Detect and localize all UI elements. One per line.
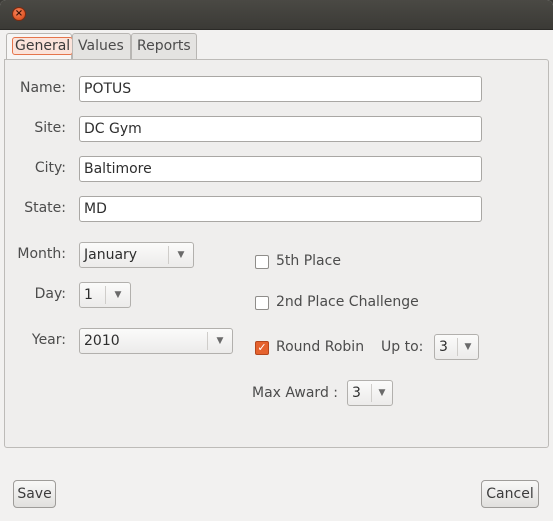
close-icon[interactable]: × (12, 7, 26, 21)
title-bar: × (0, 0, 553, 30)
site-label: Site: (34, 120, 66, 136)
round-robin-label: Round Robin (276, 339, 365, 355)
month-value: January (84, 247, 138, 263)
chevron-down-icon: ▼ (168, 246, 193, 264)
tab-general-label: General (12, 37, 74, 55)
max-award-select[interactable]: 3 ▼ (347, 380, 393, 406)
cancel-button[interactable]: Cancel (481, 480, 539, 508)
up-to-value: 3 (439, 339, 448, 355)
up-to-select[interactable]: 3 ▼ (434, 334, 479, 360)
year-select[interactable]: 2010 ▼ (79, 328, 233, 354)
round-robin-checkbox[interactable]: ✓ (255, 341, 269, 355)
chevron-down-icon: ▼ (457, 338, 478, 356)
max-award-value: 3 (352, 385, 361, 401)
dialog-window: × General Values Reports Name: POTUS Sit… (0, 0, 553, 521)
state-field[interactable]: MD (79, 196, 482, 222)
save-button[interactable]: Save (13, 480, 56, 508)
up-to-label: Up to: (381, 339, 424, 355)
state-label: State: (24, 200, 66, 216)
chevron-down-icon: ▼ (105, 286, 130, 304)
day-select[interactable]: 1 ▼ (79, 282, 131, 308)
second-place-challenge-checkbox[interactable] (255, 296, 269, 310)
year-value: 2010 (84, 333, 120, 349)
city-field[interactable]: Baltimore (79, 156, 482, 182)
max-award-label: Max Award : (252, 385, 338, 401)
tab-reports-label: Reports (137, 38, 191, 54)
fifth-place-checkbox[interactable] (255, 255, 269, 269)
tab-values-label: Values (78, 38, 124, 54)
name-field[interactable]: POTUS (79, 76, 482, 102)
second-place-challenge-label: 2nd Place Challenge (276, 294, 419, 310)
day-value: 1 (84, 287, 93, 303)
tab-general[interactable]: General (6, 33, 74, 59)
name-label: Name: (19, 80, 66, 96)
month-label: Month: (17, 246, 66, 262)
chevron-down-icon: ▼ (207, 332, 232, 350)
tab-values[interactable]: Values (72, 33, 131, 59)
year-label: Year: (31, 332, 66, 348)
fifth-place-label: 5th Place (276, 253, 341, 269)
month-select[interactable]: January ▼ (79, 242, 194, 268)
city-label: City: (34, 160, 66, 176)
tab-reports[interactable]: Reports (131, 33, 197, 59)
chevron-down-icon: ▼ (371, 384, 392, 402)
day-label: Day: (34, 286, 66, 302)
site-field[interactable]: DC Gym (79, 116, 482, 142)
